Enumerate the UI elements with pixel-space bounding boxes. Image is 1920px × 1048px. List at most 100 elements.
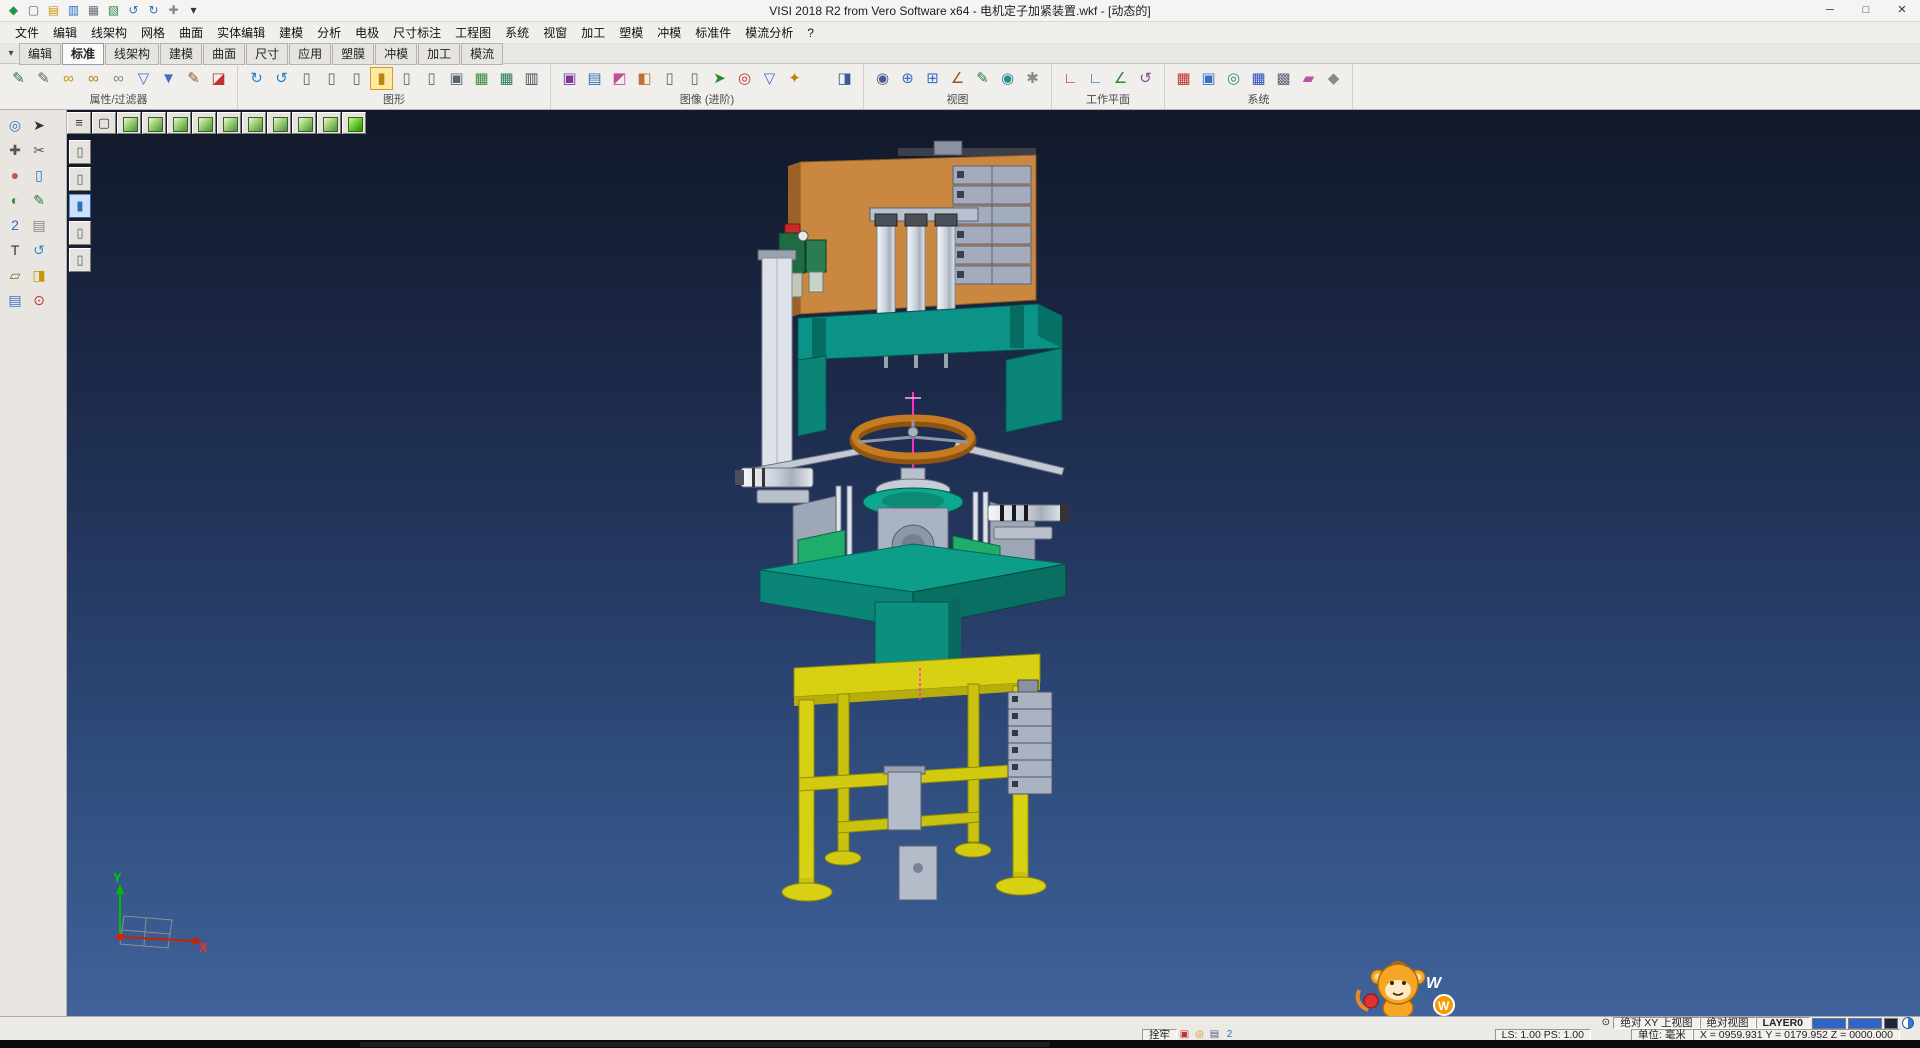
- copy-attributes-icon[interactable]: ∞: [107, 67, 130, 90]
- layer-freeze-icon[interactable]: ▯: [395, 67, 418, 90]
- paint-icon[interactable]: ◨: [28, 264, 50, 286]
- info-2-icon[interactable]: 2: [4, 214, 26, 236]
- view-iso-2-icon[interactable]: [292, 112, 316, 134]
- group-entities-icon[interactable]: ▣: [445, 67, 468, 90]
- workplane-view-icon[interactable]: ∟: [1084, 67, 1107, 90]
- view-settings-icon[interactable]: ✱: [1021, 67, 1044, 90]
- color-swatch-dark[interactable]: [1884, 1018, 1898, 1029]
- app-logo-icon[interactable]: ◆: [4, 2, 23, 19]
- view-right-icon[interactable]: [242, 112, 266, 134]
- quick-filter-icon[interactable]: ▼: [157, 67, 180, 90]
- tab-moldflow[interactable]: 模流: [461, 43, 503, 65]
- view-left-icon[interactable]: [217, 112, 241, 134]
- zoom-window-icon[interactable]: ⊞: [921, 67, 944, 90]
- close-button[interactable]: ✕: [1884, 0, 1920, 21]
- measure-icon[interactable]: ∠: [946, 67, 969, 90]
- tab-standard[interactable]: 标准: [62, 43, 104, 65]
- snap-target-icon[interactable]: ⊙: [28, 289, 50, 311]
- material-icon[interactable]: ▰: [1297, 67, 1320, 90]
- menu-edit[interactable]: 编辑: [46, 21, 84, 44]
- menu-mold[interactable]: 塑模: [612, 21, 650, 44]
- layer-list-icon[interactable]: ▯: [295, 67, 318, 90]
- image-arrow-icon[interactable]: ➤: [708, 67, 731, 90]
- filter-wireframe-icon[interactable]: ▮: [69, 194, 91, 218]
- globe-system-icon[interactable]: ◎: [1222, 67, 1245, 90]
- scissors-icon[interactable]: ✂: [28, 139, 50, 161]
- filter-points-icon[interactable]: ▯: [69, 221, 91, 245]
- image-layers-icon[interactable]: ▤: [583, 67, 606, 90]
- menu-analysis[interactable]: 分析: [310, 21, 348, 44]
- menu-mesh[interactable]: 网格: [134, 21, 172, 44]
- move-icon[interactable]: ✚: [4, 139, 26, 161]
- view-menu-icon[interactable]: ≡: [67, 112, 91, 134]
- tab-edit[interactable]: 编辑: [19, 43, 61, 65]
- view-front-icon[interactable]: [167, 112, 191, 134]
- filter-all-icon[interactable]: ▯: [69, 248, 91, 272]
- menu-help[interactable]: ?: [800, 23, 821, 43]
- menu-wireframe[interactable]: 线架构: [84, 21, 134, 44]
- image-wand-icon[interactable]: ✦: [783, 67, 806, 90]
- menu-solid-edit[interactable]: 实体编辑: [210, 21, 272, 44]
- eraser-icon[interactable]: ◪: [207, 67, 230, 90]
- render-mode-icon[interactable]: ◐: [4, 189, 26, 211]
- link-attributes-icon[interactable]: ∞: [57, 67, 80, 90]
- grid-blue-icon[interactable]: ▦: [1247, 67, 1270, 90]
- find-view-icon[interactable]: ⊙: [1598, 1017, 1613, 1029]
- color-grid-icon[interactable]: ▦: [1172, 67, 1195, 90]
- image-capture-icon[interactable]: ▣: [558, 67, 581, 90]
- menu-window[interactable]: 视窗: [536, 21, 574, 44]
- workplane-reset-icon[interactable]: ↺: [1134, 67, 1157, 90]
- maximize-button[interactable]: □: [1848, 0, 1884, 21]
- image-target-icon[interactable]: ◎: [733, 67, 756, 90]
- grid-dots-icon[interactable]: ▩: [1272, 67, 1295, 90]
- layer-move-icon[interactable]: ▯: [345, 67, 368, 90]
- tab-surface[interactable]: 曲面: [203, 43, 245, 65]
- edit-attributes-icon[interactable]: ✎: [7, 67, 30, 90]
- eye-icon[interactable]: ◉: [996, 67, 1019, 90]
- view-blank-icon[interactable]: ▢: [92, 112, 116, 134]
- refresh-small-icon[interactable]: ↺: [28, 239, 50, 261]
- view-orientation-field[interactable]: 绝对 XY 上视图: [1613, 1017, 1699, 1029]
- annotate-icon[interactable]: ✎: [971, 67, 994, 90]
- menu-electrode[interactable]: 电极: [348, 21, 386, 44]
- tab-machining[interactable]: 加工: [418, 43, 460, 65]
- zoom-in-icon[interactable]: ⊕: [896, 67, 919, 90]
- monitor-icon[interactable]: ▣: [1197, 67, 1220, 90]
- viewport-3d[interactable]: Y X W: [67, 110, 1920, 1016]
- database-icon[interactable]: ▦: [470, 67, 493, 90]
- filter-solids-icon[interactable]: ▯: [69, 140, 91, 164]
- undo-icon[interactable]: ↺: [124, 2, 143, 19]
- new-file-icon[interactable]: ▢: [24, 2, 43, 19]
- color-swatch-1[interactable]: [1812, 1018, 1846, 1029]
- customize-qat-icon[interactable]: ▾: [184, 2, 203, 19]
- filter-surfaces-icon[interactable]: ▯: [69, 167, 91, 191]
- plot-icon[interactable]: ▧: [104, 2, 123, 19]
- tab-die[interactable]: 冲模: [375, 43, 417, 65]
- shade-spheres-icon[interactable]: ●: [4, 164, 26, 186]
- workplane-3pt-icon[interactable]: ∠: [1109, 67, 1132, 90]
- menu-machining[interactable]: 加工: [574, 21, 612, 44]
- view-shaded-icon[interactable]: [342, 112, 366, 134]
- tab-wireframe[interactable]: 线架构: [105, 43, 159, 65]
- settings-icon[interactable]: ✚: [164, 2, 183, 19]
- notepad-icon[interactable]: ▤: [28, 214, 50, 236]
- view-mode-field[interactable]: 绝对视图: [1700, 1017, 1756, 1029]
- view-iso-3-icon[interactable]: [317, 112, 341, 134]
- cylinder-filter-icon[interactable]: ▯: [28, 164, 50, 186]
- database-2-icon[interactable]: ▦: [495, 67, 518, 90]
- menu-surface[interactable]: 曲面: [172, 21, 210, 44]
- print-icon[interactable]: ▦: [84, 2, 103, 19]
- select-arrow-icon[interactable]: ➤: [28, 114, 50, 136]
- attribute-brush-icon[interactable]: ✎: [32, 67, 55, 90]
- menu-die[interactable]: 冲模: [650, 21, 688, 44]
- view-back-icon[interactable]: [192, 112, 216, 134]
- unlink-attributes-icon[interactable]: ∞: [82, 67, 105, 90]
- pen-filter-icon[interactable]: ✎: [182, 67, 205, 90]
- image-funnel-icon[interactable]: ▽: [758, 67, 781, 90]
- menu-system[interactable]: 系统: [498, 21, 536, 44]
- layer-add-icon[interactable]: ▯: [320, 67, 343, 90]
- redo-icon[interactable]: ↻: [144, 2, 163, 19]
- view-bottom-icon[interactable]: [267, 112, 291, 134]
- image-cube-icon[interactable]: [808, 67, 831, 90]
- globe-status-icon[interactable]: [1902, 1017, 1914, 1029]
